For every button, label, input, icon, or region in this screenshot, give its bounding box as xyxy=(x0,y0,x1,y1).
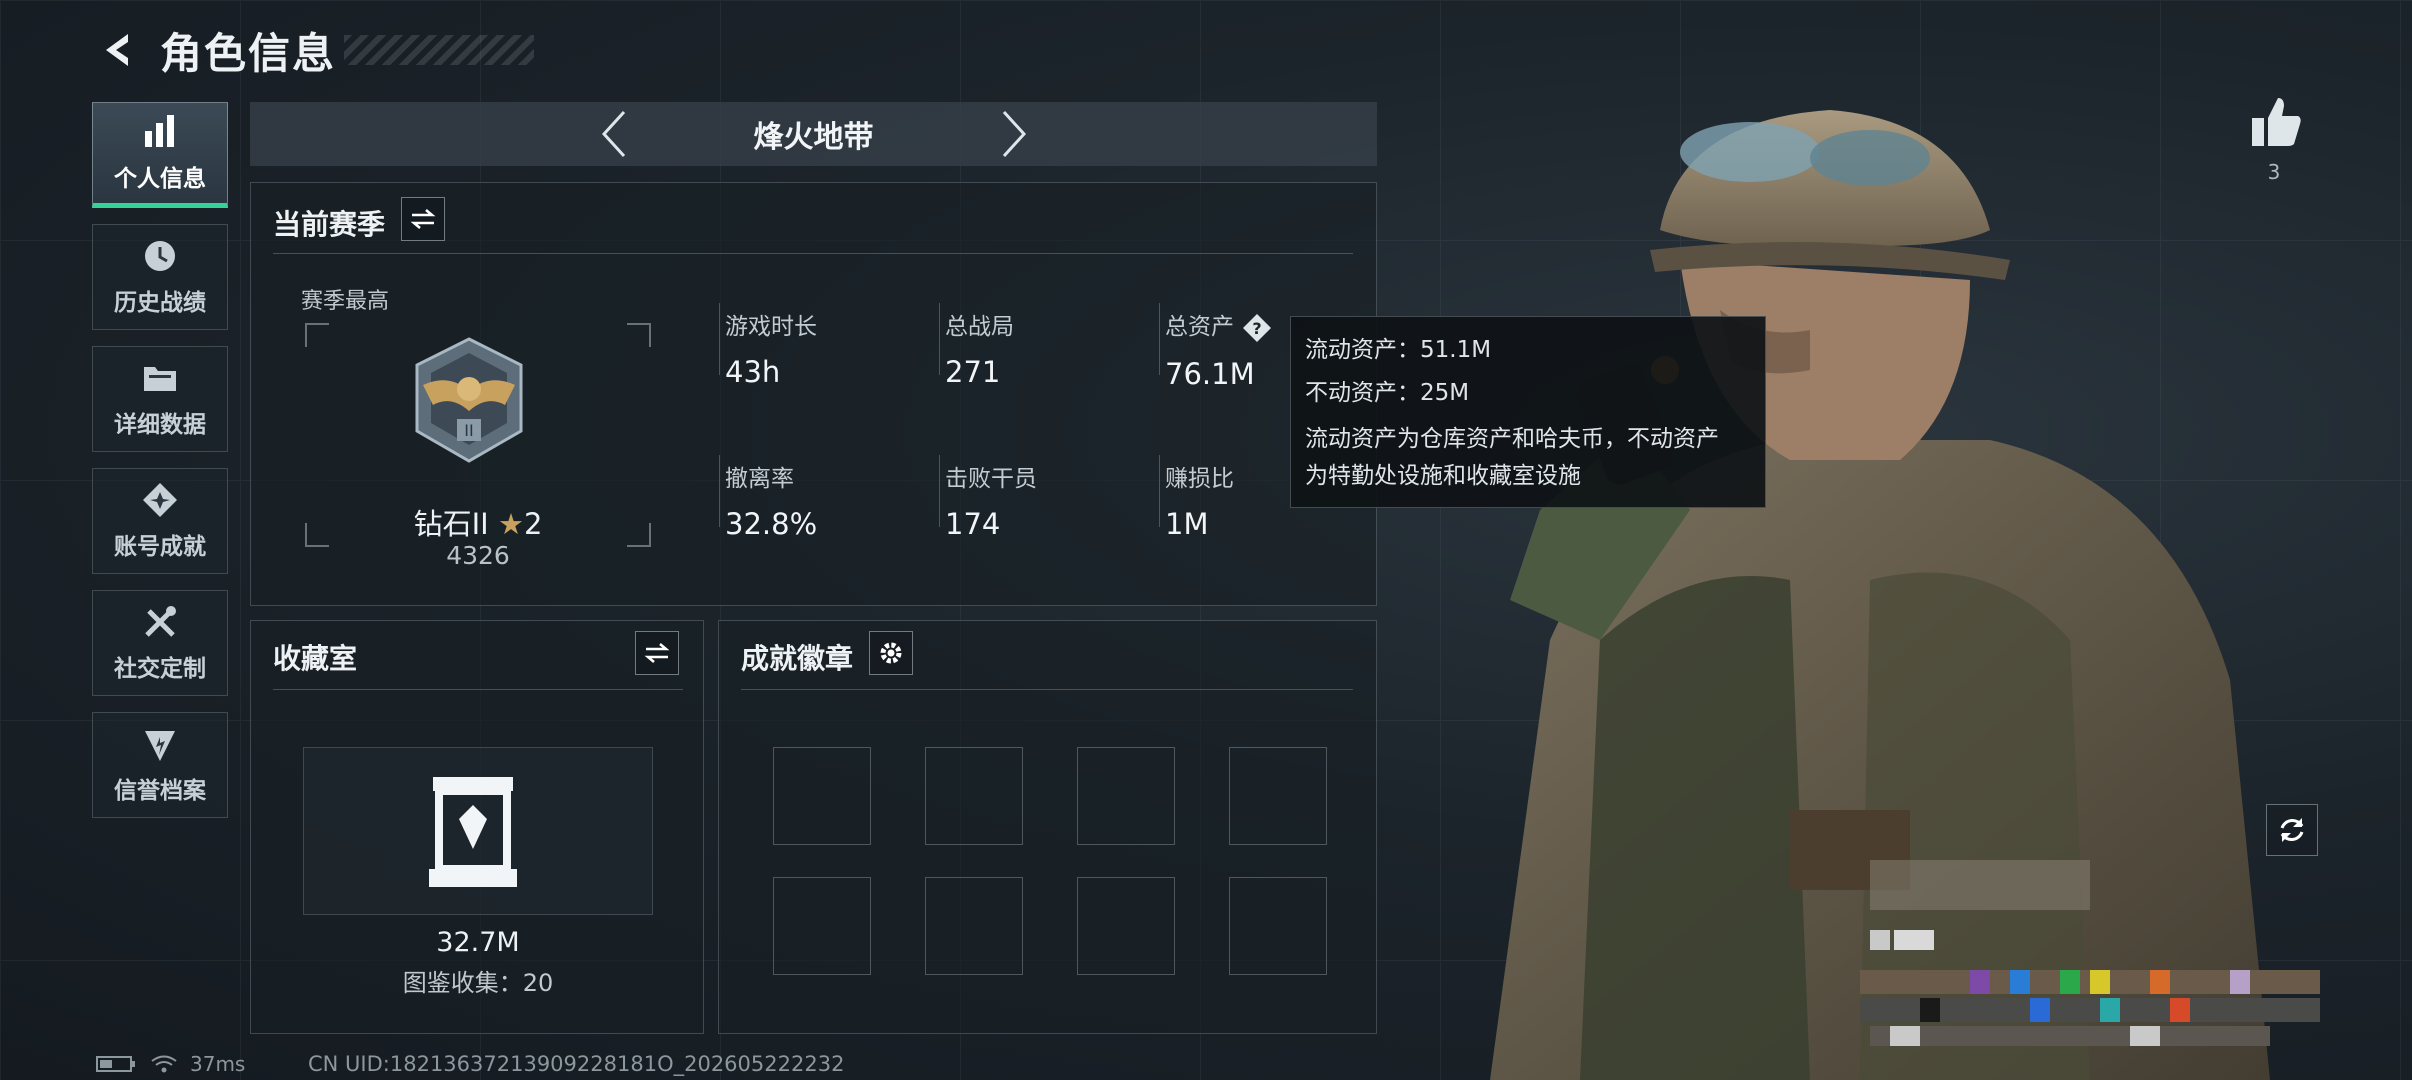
badge-slot[interactable] xyxy=(1077,877,1175,975)
stat-value: 271 xyxy=(945,355,1001,389)
mode-title: 烽火地带 xyxy=(753,120,874,155)
collection-title: 收藏室 xyxy=(273,642,358,675)
rank-name: 钻石II ★2 xyxy=(305,501,651,543)
page-title: 角色信息 xyxy=(160,28,337,78)
sidebar-item-personal-info[interactable]: 个人信息 xyxy=(92,102,228,208)
display-case-icon xyxy=(429,777,517,887)
question-icon[interactable]: ? xyxy=(1242,313,1272,343)
stat-value: 32.8% xyxy=(725,507,818,541)
chevron-right-icon xyxy=(1002,110,1026,158)
back-button[interactable] xyxy=(92,24,144,76)
collection-value: 32.7M xyxy=(436,927,520,958)
badge-slot[interactable] xyxy=(773,747,871,845)
sidebar-item-history[interactable]: 历史战绩 xyxy=(92,224,228,330)
history-icon xyxy=(145,241,175,271)
stat-label: 撤离率 xyxy=(725,466,794,492)
stat-value: 43h xyxy=(725,355,781,389)
svg-text:?: ? xyxy=(1252,319,1261,338)
collection-switch-button[interactable] xyxy=(635,631,679,675)
sidebar-item-details[interactable]: 详细数据 xyxy=(92,346,228,452)
badge-slot[interactable] xyxy=(925,747,1023,845)
season-switch-button[interactable] xyxy=(401,197,445,241)
rank-badge-icon: II xyxy=(415,337,523,463)
swap-icon xyxy=(410,209,436,229)
svg-text:II: II xyxy=(464,421,473,440)
achievements-title: 成就徽章 xyxy=(741,642,854,675)
sidebar-item-label: 账号成就 xyxy=(114,534,206,560)
chevron-left-icon xyxy=(601,110,625,158)
header: 角色信息 xyxy=(92,22,535,78)
divider xyxy=(273,689,683,690)
stat-label: 总战局 xyxy=(945,314,1014,340)
tools-icon xyxy=(145,606,176,637)
tooltip-fixed: 不动资产：25M xyxy=(1305,380,1470,406)
rank-stars: 2 xyxy=(523,507,543,541)
sidebar-item-label: 社交定制 xyxy=(114,656,206,682)
rank-score: 4326 xyxy=(446,541,510,570)
swap-icon xyxy=(644,643,670,663)
stat-value: 1M xyxy=(1165,507,1209,541)
bar-chart-icon xyxy=(145,115,174,147)
sidebar-item-social[interactable]: 社交定制 xyxy=(92,590,228,696)
sidebar: 个人信息 历史战绩 详细数据 账号成就 社交定制 信誉档案 xyxy=(92,102,230,834)
sidebar-item-label: 历史战绩 xyxy=(114,290,206,316)
divider xyxy=(719,455,720,527)
stat-kills: 击败干员 174 xyxy=(945,459,1145,541)
sidebar-item-reputation[interactable]: 信誉档案 xyxy=(92,712,228,818)
divider xyxy=(939,303,940,375)
divider xyxy=(939,455,940,527)
divider xyxy=(719,303,720,375)
star-icon: ★ xyxy=(497,507,524,541)
tooltip-liquid: 流动资产：51.1M xyxy=(1305,337,1492,363)
thumbs-up-icon[interactable] xyxy=(2248,94,2304,150)
badge-slot[interactable] xyxy=(1077,747,1175,845)
season-best-label: 赛季最高 xyxy=(301,289,390,314)
divider xyxy=(1159,455,1160,527)
sidebar-item-achievements[interactable]: 账号成就 xyxy=(92,468,228,574)
badge-slot[interactable] xyxy=(925,877,1023,975)
shield-icon xyxy=(145,731,175,761)
collection-count: 图鉴收集：20 xyxy=(402,969,554,997)
collection-panel[interactable]: 收藏室 32.7M 图鉴收集：20 xyxy=(250,620,704,1034)
status-bar: 37ms xyxy=(96,1052,245,1076)
season-title: 当前赛季 xyxy=(273,208,386,241)
badge-slot[interactable] xyxy=(1229,877,1327,975)
stat-value: 174 xyxy=(945,507,1001,541)
divider xyxy=(741,689,1353,690)
mode-selector: 烽火地带 xyxy=(250,102,1377,166)
ping: 37ms xyxy=(190,1052,246,1076)
sidebar-item-label: 个人信息 xyxy=(114,166,206,192)
stat-label: 游戏时长 xyxy=(725,314,817,340)
assets-tooltip: 流动资产：51.1M 不动资产：25M 流动资产为仓库资产和哈夫币，不动资产 为… xyxy=(1290,316,1766,508)
stat-total-matches: 总战局 271 xyxy=(945,307,1145,389)
achievement-icon xyxy=(143,483,177,517)
battery-icon xyxy=(96,1056,135,1072)
tooltip-desc-2: 为特勤处设施和收藏室设施 xyxy=(1305,463,1581,489)
chevron-left-icon xyxy=(106,34,128,66)
mode-prev-button[interactable] xyxy=(594,106,634,162)
badge-slot[interactable] xyxy=(773,877,871,975)
achievements-panel: 成就徽章 xyxy=(718,620,1377,1034)
uid-text: CN UID:18213637213909228181O_20260522223… xyxy=(308,1052,845,1076)
title-decoration xyxy=(344,35,535,65)
season-panel: 当前赛季 赛季最高 II 钻石II ★2 4326 游戏时长 43h 总战局 2… xyxy=(250,182,1377,606)
badge-slot[interactable] xyxy=(1229,747,1327,845)
like-count: 3 xyxy=(2267,160,2281,184)
achievements-settings-button[interactable] xyxy=(869,631,913,675)
wifi-icon xyxy=(151,1055,177,1073)
rank-tier: 钻石II xyxy=(413,507,489,541)
gear-icon xyxy=(880,642,902,664)
stat-extract-rate: 撤离率 32.8% xyxy=(725,459,925,541)
sidebar-item-label: 详细数据 xyxy=(114,412,206,438)
stat-label: 击败干员 xyxy=(945,466,1037,492)
stat-playtime: 游戏时长 43h xyxy=(725,307,925,389)
censored-info xyxy=(1860,860,2320,1046)
divider xyxy=(1159,303,1160,375)
folder-icon xyxy=(144,367,176,391)
divider xyxy=(273,253,1353,254)
mode-next-button[interactable] xyxy=(994,106,1034,162)
sidebar-item-label: 信誉档案 xyxy=(114,778,206,804)
stat-label: 总资产 xyxy=(1165,314,1234,340)
tooltip-desc-1: 流动资产为仓库资产和哈夫币，不动资产 xyxy=(1305,426,1719,452)
